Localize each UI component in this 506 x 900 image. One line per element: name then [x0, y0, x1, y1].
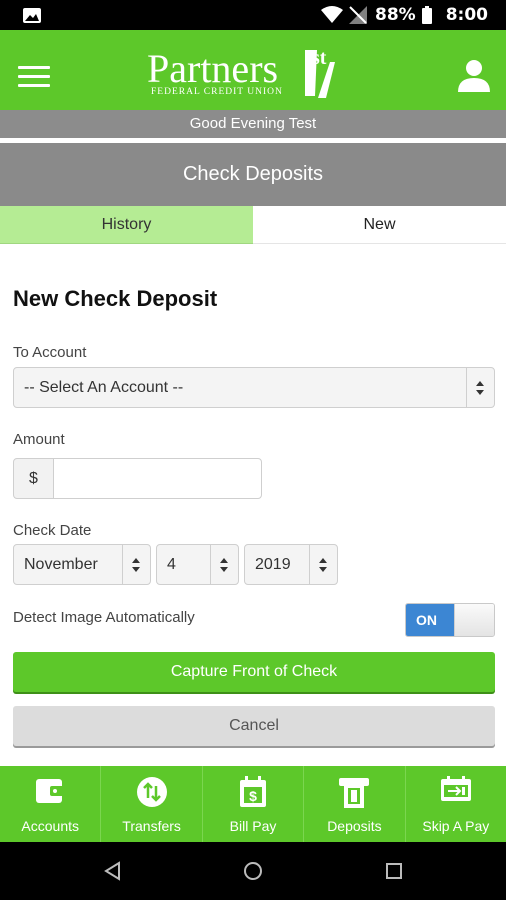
select-arrows-icon — [466, 368, 494, 407]
battery-icon — [421, 6, 432, 24]
nav-deposits[interactable]: Deposits — [304, 766, 406, 842]
amount-input[interactable] — [53, 458, 262, 499]
day-select[interactable]: 4 — [156, 544, 239, 585]
greeting-bar: Good Evening Test — [0, 110, 506, 138]
detect-image-label: Detect Image Automatically — [13, 609, 195, 626]
nav-transfers[interactable]: Transfers — [101, 766, 203, 842]
skip-pay-icon — [440, 776, 471, 801]
cancel-button[interactable]: Cancel — [13, 706, 495, 746]
calendar-dollar-icon: $ — [240, 776, 267, 807]
clock: 8:00 — [445, 5, 488, 25]
bottom-nav: Accounts Transfers $ Bill Pay Deposits S… — [0, 766, 506, 842]
wifi-icon — [321, 6, 343, 23]
amount-label: Amount — [13, 431, 65, 448]
page-title: Check Deposits — [0, 143, 506, 206]
detect-image-toggle[interactable]: ON — [405, 603, 495, 637]
select-arrows-icon — [210, 545, 238, 584]
transfer-icon — [136, 777, 167, 807]
nav-accounts[interactable]: Accounts — [0, 766, 102, 842]
nav-bill-pay[interactable]: $ Bill Pay — [203, 766, 305, 842]
day-value: 4 — [167, 556, 176, 573]
user-icon[interactable] — [458, 58, 490, 92]
wallet-icon — [36, 779, 65, 803]
nav-label: Deposits — [327, 818, 382, 834]
nav-label: Bill Pay — [229, 818, 277, 834]
toggle-on-label: ON — [406, 604, 454, 636]
recents-icon[interactable] — [384, 861, 404, 881]
toggle-knob — [454, 604, 494, 636]
logo-text: Partners — [147, 46, 278, 91]
select-arrows-icon — [309, 545, 337, 584]
to-account-select[interactable]: -- Select An Account -- — [13, 367, 495, 408]
status-bar: 88% 8:00 — [0, 0, 506, 30]
year-select[interactable]: 2019 — [244, 544, 338, 585]
tab-history[interactable]: History — [0, 206, 253, 244]
to-account-label: To Account — [13, 344, 87, 361]
logo-subtitle: FEDERAL CREDIT UNION — [151, 87, 283, 97]
nav-label: Transfers — [122, 818, 181, 834]
select-arrows-icon — [122, 545, 150, 584]
nav-label: Skip A Pay — [422, 818, 490, 834]
tab-bar: History New — [0, 206, 506, 244]
check-deposit-icon — [339, 778, 370, 808]
year-value: 2019 — [255, 556, 291, 573]
month-select[interactable]: November — [13, 544, 151, 585]
check-date-label: Check Date — [13, 522, 92, 539]
currency-prefix: $ — [13, 458, 54, 499]
svg-text:$: $ — [249, 788, 257, 804]
back-icon[interactable] — [103, 861, 123, 881]
month-value: November — [24, 556, 98, 573]
capture-front-button[interactable]: Capture Front of Check — [13, 652, 495, 692]
image-notification-icon — [23, 8, 41, 23]
form-title: New Check Deposit — [13, 286, 218, 311]
hamburger-icon[interactable] — [18, 66, 50, 88]
app-header: Partners st FEDERAL CREDIT UNION — [0, 30, 506, 110]
partners-1st-logo: Partners st FEDERAL CREDIT UNION — [147, 46, 335, 98]
nav-skip-a-pay[interactable]: Skip A Pay — [406, 766, 506, 842]
home-icon[interactable] — [243, 861, 263, 881]
tab-new[interactable]: New — [253, 206, 506, 244]
nav-label: Accounts — [21, 818, 79, 834]
to-account-value: -- Select An Account -- — [24, 379, 184, 396]
battery-percent: 88% — [375, 5, 416, 25]
no-signal-icon — [349, 6, 367, 24]
system-nav-bar — [0, 842, 506, 900]
